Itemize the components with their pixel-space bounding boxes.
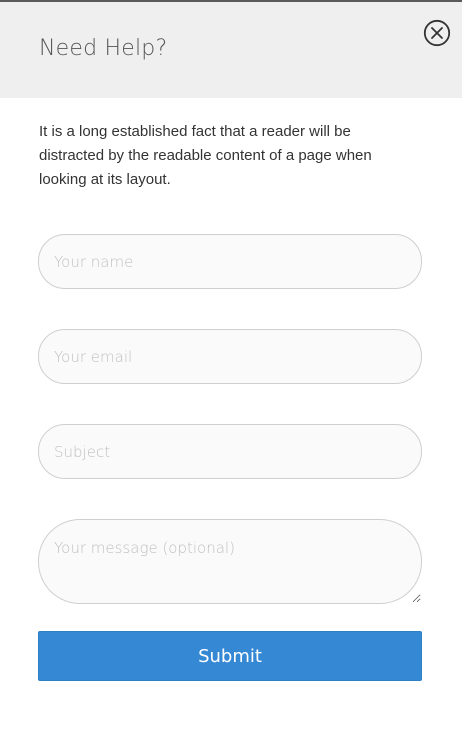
close-button[interactable] xyxy=(423,19,451,47)
modal-description: It is a long established fact that a rea… xyxy=(39,123,372,188)
subject-input[interactable] xyxy=(38,424,422,479)
email-input[interactable] xyxy=(38,329,422,384)
submit-button[interactable]: Submit xyxy=(38,631,422,681)
message-textarea[interactable] xyxy=(38,519,422,604)
modal-header: Need Help? xyxy=(0,2,462,98)
help-modal: Need Help? It is a long established fact… xyxy=(0,2,462,737)
modal-title: Need Help? xyxy=(39,36,168,61)
name-input[interactable] xyxy=(38,234,422,289)
close-circle-icon xyxy=(423,19,451,47)
